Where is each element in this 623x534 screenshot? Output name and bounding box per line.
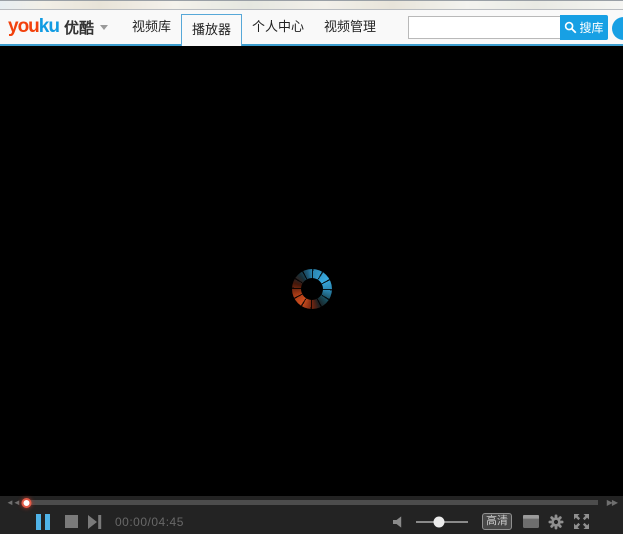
pause-bar-icon <box>45 514 50 530</box>
next-icon <box>88 515 103 529</box>
search-bar: 搜库 <box>408 10 608 44</box>
time-display: 00:00/04:45 <box>115 515 184 529</box>
loading-spinner-icon <box>292 269 332 309</box>
fullscreen-button[interactable] <box>573 513 590 530</box>
logo-text-cn: 优酷 <box>64 17 94 38</box>
seek-forward-icon[interactable]: ▶▶ <box>605 496 619 509</box>
progress-knob[interactable] <box>21 498 31 508</box>
nav-item-player[interactable]: 播放器 <box>181 14 242 46</box>
pause-bar-icon <box>36 514 41 530</box>
search-button[interactable]: 搜库 <box>560 15 608 40</box>
search-button-label: 搜库 <box>579 19 603 36</box>
page-top-strip <box>0 0 623 10</box>
header-corner-badge[interactable] <box>612 17 623 40</box>
nav-item-video-management[interactable]: 视频管理 <box>314 10 386 44</box>
nav-item-personal-center[interactable]: 个人中心 <box>242 10 314 44</box>
speaker-icon <box>393 516 406 528</box>
seek-bar[interactable] <box>25 500 598 505</box>
search-input[interactable] <box>408 16 560 39</box>
logo-text-you: you <box>8 16 39 38</box>
video-area[interactable] <box>0 47 623 496</box>
fullscreen-icon <box>573 513 590 530</box>
nav-item-video-library[interactable]: 视频库 <box>122 10 181 44</box>
hd-quality-button[interactable]: 高清 <box>482 513 512 530</box>
main-nav: 视频库 播放器 个人中心 视频管理 <box>122 10 386 44</box>
header: youku 优酷 视频库 播放器 个人中心 视频管理 搜库 <box>0 10 623 46</box>
stop-button[interactable] <box>65 515 78 528</box>
player-stage: ◄◄ ▶▶ 00:00/04:45 <box>0 47 623 534</box>
gear-icon <box>548 514 564 530</box>
logo-dropdown-caret-icon[interactable] <box>100 25 108 30</box>
logo-text-ku: ku <box>39 16 59 38</box>
player-controls: ◄◄ ▶▶ 00:00/04:45 <box>0 496 623 534</box>
buttons-row: 00:00/04:45 高清 <box>0 509 623 534</box>
playlist-panel-button[interactable] <box>523 515 539 528</box>
youku-logo[interactable]: youku 优酷 <box>8 10 108 44</box>
volume-slider[interactable] <box>416 521 468 523</box>
next-button[interactable] <box>88 515 103 529</box>
panel-icon <box>523 515 539 528</box>
search-icon <box>564 21 577 34</box>
settings-button[interactable] <box>548 514 564 530</box>
volume-knob[interactable] <box>434 516 445 527</box>
pause-button[interactable] <box>36 514 50 530</box>
volume-button[interactable] <box>393 516 406 528</box>
seek-back-icon[interactable]: ◄◄ <box>4 496 22 509</box>
seek-row: ◄◄ ▶▶ <box>0 496 623 509</box>
